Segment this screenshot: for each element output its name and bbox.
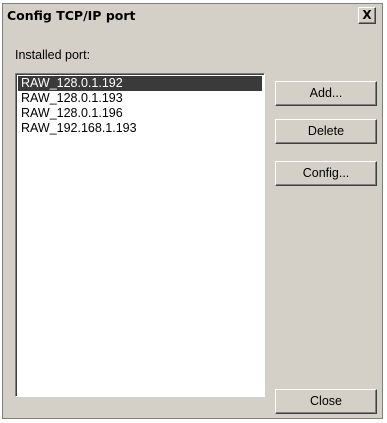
title-bar[interactable]: Config TCP/IP port X (3, 4, 382, 28)
list-item[interactable]: RAW_128.0.1.196 (18, 106, 262, 121)
list-item[interactable]: RAW_128.0.1.192 (18, 76, 262, 91)
installed-port-label: Installed port: (15, 48, 91, 62)
delete-button[interactable]: Delete (275, 119, 377, 144)
list-item[interactable]: RAW_128.0.1.193 (18, 91, 262, 106)
close-button[interactable]: Close (275, 389, 377, 414)
window-title: Config TCP/IP port (7, 8, 136, 23)
close-window-button[interactable]: X (358, 7, 376, 24)
list-item[interactable]: RAW_192.168.1.193 (18, 121, 262, 136)
installed-port-listbox[interactable]: RAW_128.0.1.192 RAW_128.0.1.193 RAW_128.… (15, 73, 265, 397)
add-button[interactable]: Add... (275, 81, 377, 106)
config-tcpip-port-dialog: Config TCP/IP port X Installed port: RAW… (2, 3, 383, 419)
config-button[interactable]: Config... (275, 161, 377, 186)
